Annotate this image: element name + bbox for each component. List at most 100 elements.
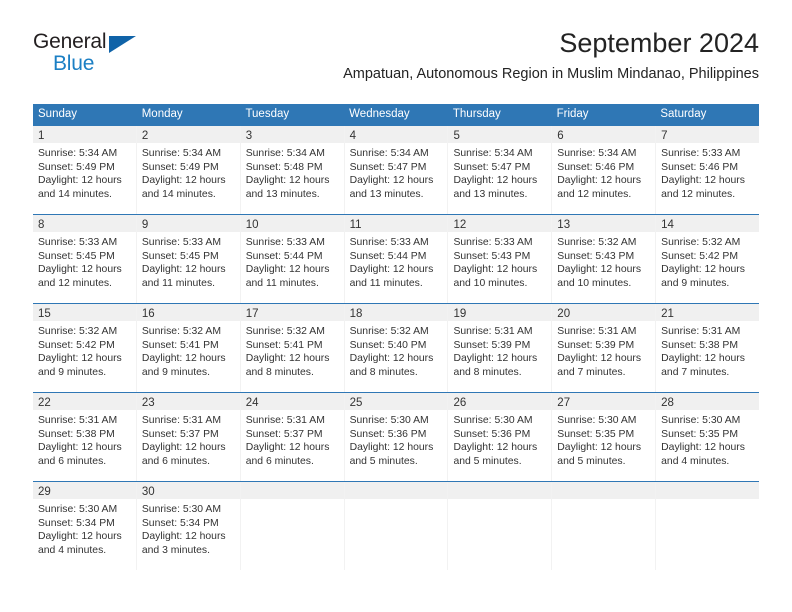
day-details: Sunrise: 5:34 AM Sunset: 5:49 PM Dayligh… — [137, 143, 240, 201]
day-cell[interactable]: 24 Sunrise: 5:31 AM Sunset: 5:37 PM Dayl… — [240, 393, 345, 481]
day-cell[interactable]: 6 Sunrise: 5:34 AM Sunset: 5:46 PM Dayli… — [552, 126, 657, 214]
sunset-line: Sunset: 5:47 PM — [349, 161, 427, 173]
day-details: Sunrise: 5:32 AM Sunset: 5:42 PM Dayligh… — [656, 232, 759, 290]
day-cell[interactable]: 10 Sunrise: 5:33 AM Sunset: 5:44 PM Dayl… — [240, 215, 345, 303]
daylight-line-2: and 4 minutes. — [38, 544, 107, 556]
day-cell[interactable]: 15 Sunrise: 5:32 AM Sunset: 5:42 PM Dayl… — [33, 304, 137, 392]
sunrise-line: Sunrise: 5:32 AM — [141, 326, 221, 337]
day-cell[interactable]: 18 Sunrise: 5:32 AM Sunset: 5:40 PM Dayl… — [344, 304, 449, 392]
day-number-band: 22 — [33, 393, 136, 410]
sunset-line: Sunset: 5:37 PM — [245, 428, 323, 440]
title-block: September 2024 Ampatuan, Autonomous Regi… — [343, 26, 759, 83]
day-cell[interactable]: 9 Sunrise: 5:33 AM Sunset: 5:45 PM Dayli… — [136, 215, 241, 303]
day-cell-empty — [448, 482, 553, 570]
daylight-line-1: Daylight: 12 hours — [453, 353, 538, 365]
day-cell[interactable]: 8 Sunrise: 5:33 AM Sunset: 5:45 PM Dayli… — [33, 215, 137, 303]
generalblue-logo[interactable]: General Blue — [33, 30, 153, 82]
sunset-line: Sunset: 5:41 PM — [245, 339, 323, 351]
day-details: Sunrise: 5:33 AM Sunset: 5:45 PM Dayligh… — [137, 232, 240, 290]
day-cell[interactable]: 11 Sunrise: 5:33 AM Sunset: 5:44 PM Dayl… — [344, 215, 449, 303]
daylight-line-1: Daylight: 12 hours — [453, 264, 538, 276]
sunrise-line: Sunrise: 5:30 AM — [557, 415, 637, 426]
day-cell[interactable]: 29 Sunrise: 5:30 AM Sunset: 5:34 PM Dayl… — [33, 482, 137, 570]
sunrise-line: Sunrise: 5:32 AM — [349, 326, 429, 337]
day-details: Sunrise: 5:32 AM Sunset: 5:41 PM Dayligh… — [137, 321, 240, 379]
day-number: 15 — [38, 308, 51, 320]
day-number-band: 13 — [552, 215, 656, 232]
day-cell[interactable]: 16 Sunrise: 5:32 AM Sunset: 5:41 PM Dayl… — [136, 304, 241, 392]
day-cell[interactable]: 20 Sunrise: 5:31 AM Sunset: 5:39 PM Dayl… — [552, 304, 657, 392]
daylight-line-2: and 12 minutes. — [38, 277, 112, 289]
day-cell[interactable]: 23 Sunrise: 5:31 AM Sunset: 5:37 PM Dayl… — [136, 393, 241, 481]
daylight-line-1: Daylight: 12 hours — [557, 353, 642, 365]
sunrise-line: Sunrise: 5:30 AM — [349, 415, 429, 426]
sunrise-line: Sunrise: 5:30 AM — [38, 504, 118, 515]
day-details: Sunrise: 5:33 AM Sunset: 5:45 PM Dayligh… — [33, 232, 136, 290]
day-cell[interactable]: 2 Sunrise: 5:34 AM Sunset: 5:49 PM Dayli… — [136, 126, 241, 214]
day-details: Sunrise: 5:32 AM Sunset: 5:40 PM Dayligh… — [345, 321, 448, 379]
day-number: 8 — [38, 219, 45, 231]
day-details: Sunrise: 5:33 AM Sunset: 5:43 PM Dayligh… — [448, 232, 551, 290]
day-cell[interactable]: 22 Sunrise: 5:31 AM Sunset: 5:38 PM Dayl… — [33, 393, 137, 481]
day-number-band: 25 — [344, 393, 448, 410]
day-cell[interactable]: 17 Sunrise: 5:32 AM Sunset: 5:41 PM Dayl… — [240, 304, 345, 392]
day-details: Sunrise: 5:30 AM Sunset: 5:35 PM Dayligh… — [656, 410, 759, 468]
day-cell[interactable]: 4 Sunrise: 5:34 AM Sunset: 5:47 PM Dayli… — [344, 126, 449, 214]
day-number-band — [656, 482, 760, 499]
sunset-line: Sunset: 5:49 PM — [141, 161, 219, 173]
day-cell[interactable]: 28 Sunrise: 5:30 AM Sunset: 5:35 PM Dayl… — [656, 393, 760, 481]
day-number-band: 12 — [448, 215, 552, 232]
daylight-line-2: and 13 minutes. — [245, 188, 320, 200]
daylight-line-1: Daylight: 12 hours — [349, 264, 434, 276]
day-number: 10 — [245, 219, 259, 231]
daylight-line-2: and 6 minutes. — [38, 455, 107, 467]
day-number-band: 9 — [136, 215, 240, 232]
page-subtitle: Ampatuan, Autonomous Region in Muslim Mi… — [343, 66, 759, 82]
day-cell[interactable]: 5 Sunrise: 5:34 AM Sunset: 5:47 PM Dayli… — [448, 126, 553, 214]
day-number-band — [448, 482, 552, 499]
day-cell[interactable]: 26 Sunrise: 5:30 AM Sunset: 5:36 PM Dayl… — [448, 393, 553, 481]
sunrise-line: Sunrise: 5:33 AM — [453, 237, 533, 248]
day-details: Sunrise: 5:30 AM Sunset: 5:35 PM Dayligh… — [552, 410, 655, 468]
sunset-line: Sunset: 5:46 PM — [661, 161, 738, 173]
day-cell[interactable]: 30 Sunrise: 5:30 AM Sunset: 5:34 PM Dayl… — [136, 482, 241, 570]
day-cell[interactable]: 14 Sunrise: 5:32 AM Sunset: 5:42 PM Dayl… — [656, 215, 760, 303]
day-cell[interactable]: 25 Sunrise: 5:30 AM Sunset: 5:36 PM Dayl… — [344, 393, 449, 481]
day-number: 17 — [245, 308, 259, 320]
sunrise-line: Sunrise: 5:31 AM — [557, 326, 637, 337]
daylight-line-1: Daylight: 12 hours — [245, 442, 330, 454]
daylight-line-2: and 7 minutes. — [557, 366, 626, 378]
sunrise-line: Sunrise: 5:33 AM — [661, 148, 741, 159]
day-number: 14 — [661, 219, 674, 231]
day-number-band: 7 — [656, 126, 760, 143]
day-cell[interactable]: 19 Sunrise: 5:31 AM Sunset: 5:39 PM Dayl… — [448, 304, 553, 392]
weekday-wednesday: Wednesday — [349, 108, 410, 120]
day-cell[interactable]: 12 Sunrise: 5:33 AM Sunset: 5:43 PM Dayl… — [448, 215, 553, 303]
sunrise-line: Sunrise: 5:34 AM — [141, 148, 221, 159]
daylight-line-2: and 9 minutes. — [661, 277, 730, 289]
day-cell[interactable]: 27 Sunrise: 5:30 AM Sunset: 5:35 PM Dayl… — [552, 393, 657, 481]
day-number-band — [552, 482, 656, 499]
day-number: 2 — [141, 130, 149, 142]
sunrise-line: Sunrise: 5:34 AM — [349, 148, 429, 159]
weekday-sunday: Sunday — [38, 108, 78, 120]
day-cell-empty — [552, 482, 657, 570]
sunset-line: Sunset: 5:44 PM — [349, 250, 427, 262]
day-cell[interactable]: 3 Sunrise: 5:34 AM Sunset: 5:48 PM Dayli… — [240, 126, 345, 214]
day-details — [241, 499, 344, 503]
day-details: Sunrise: 5:30 AM Sunset: 5:36 PM Dayligh… — [345, 410, 448, 468]
sunset-line: Sunset: 5:46 PM — [557, 161, 635, 173]
day-cell[interactable]: 13 Sunrise: 5:32 AM Sunset: 5:43 PM Dayl… — [552, 215, 657, 303]
day-number-band — [344, 482, 448, 499]
daylight-line-1: Daylight: 12 hours — [557, 264, 642, 276]
sunrise-line: Sunrise: 5:32 AM — [661, 237, 741, 248]
daylight-line-2: and 3 minutes. — [141, 544, 211, 556]
day-number: 24 — [245, 397, 259, 409]
day-number-band: 26 — [448, 393, 552, 410]
day-cell[interactable]: 7 Sunrise: 5:33 AM Sunset: 5:46 PM Dayli… — [656, 126, 760, 214]
day-number: 30 — [141, 486, 155, 498]
day-details: Sunrise: 5:32 AM Sunset: 5:41 PM Dayligh… — [241, 321, 344, 379]
day-cell[interactable]: 1 Sunrise: 5:34 AM Sunset: 5:49 PM Dayli… — [33, 126, 137, 214]
day-cell[interactable]: 21 Sunrise: 5:31 AM Sunset: 5:38 PM Dayl… — [656, 304, 760, 392]
day-details: Sunrise: 5:32 AM Sunset: 5:43 PM Dayligh… — [552, 232, 655, 290]
